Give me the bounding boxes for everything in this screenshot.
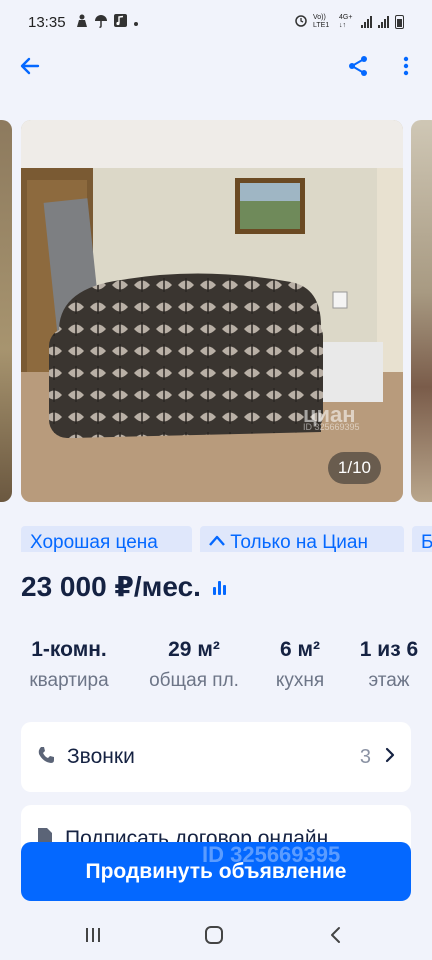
signal-icon: [361, 16, 372, 28]
network-label-1: Vo)) LTE1: [313, 14, 330, 29]
calls-count: 3: [359, 745, 371, 768]
app-bar: [0, 44, 432, 88]
house-icon: [209, 535, 225, 546]
photo-watermark-id: ID 325669395: [303, 422, 360, 432]
back-arrow-icon[interactable]: [16, 52, 44, 80]
recent-apps-icon[interactable]: [73, 920, 113, 950]
signal-icon-2: [378, 16, 389, 28]
tag-more[interactable]: Б: [412, 526, 432, 552]
dot-icon: [133, 15, 139, 30]
calls-label: Звонки: [67, 745, 135, 768]
fact-rooms-label: квартира: [29, 670, 109, 691]
share-icon[interactable]: [344, 52, 372, 80]
photo-counter: 1/10: [327, 452, 381, 484]
calls-card[interactable]: Звонки 3: [21, 722, 411, 792]
main-photo[interactable]: циан ID 325669395 1/10: [21, 120, 403, 502]
fact-total-area-value: 29 м²: [168, 638, 220, 661]
tag-good-price[interactable]: Хорошая цена: [21, 526, 192, 552]
tags-row: Хорошая цена Только на Циан Б: [0, 526, 432, 552]
alarm-icon: [295, 14, 307, 30]
tag-only-on-cian[interactable]: Только на Циан: [200, 526, 404, 552]
photo-gallery[interactable]: циан ID 325669395 1/10: [0, 120, 432, 502]
battery-icon: [395, 15, 404, 29]
fact-total-area-label: общая пл.: [149, 670, 239, 691]
sofa-room-image: [21, 120, 403, 502]
fact-floor-label: этаж: [368, 670, 410, 691]
umbrella-icon: [94, 14, 108, 31]
status-left-icons: [76, 14, 139, 31]
more-vertical-icon[interactable]: [394, 52, 418, 80]
fact-rooms: 1-комн. квартира: [20, 638, 118, 692]
price-chart-icon[interactable]: [212, 579, 226, 595]
fact-kitchen-label: кухня: [275, 670, 325, 691]
fact-kitchen: 6 м² кухня: [268, 638, 332, 692]
previous-photo[interactable]: [0, 120, 12, 502]
music-icon: [113, 14, 127, 30]
fact-kitchen-value: 6 м²: [279, 638, 321, 661]
next-photo[interactable]: [411, 120, 432, 502]
fact-floor: 1 из 6 этаж: [350, 638, 428, 692]
back-nav-icon[interactable]: [315, 920, 355, 950]
home-icon[interactable]: [194, 920, 234, 950]
tag-only-on-cian-label: Только на Циан: [230, 532, 368, 552]
status-bar: 13:35 Vo)) LTE1 4G+ ↓↑: [0, 0, 432, 44]
status-time: 13:35: [28, 13, 66, 31]
chevron-right-icon: [385, 747, 395, 768]
phone-icon: [37, 746, 55, 769]
key-facts: 1-комн. квартира 29 м² общая пл. 6 м² ку…: [0, 638, 432, 702]
status-right-icons: Vo)) LTE1 4G+ ↓↑: [295, 14, 404, 30]
fact-total-area: 29 м² общая пл.: [140, 638, 248, 692]
fact-floor-value: 1 из 6: [359, 638, 419, 661]
person-icon: [76, 14, 88, 31]
price: 23 000 ₽/мес.: [21, 570, 226, 603]
fact-rooms-value: 1-комн.: [31, 638, 107, 661]
network-label-2: 4G+ ↓↑: [339, 14, 353, 29]
price-value: 23 000 ₽/мес.: [21, 571, 201, 602]
system-nav-bar: [0, 910, 432, 960]
promote-button[interactable]: Продвинуть объявление: [21, 842, 411, 901]
